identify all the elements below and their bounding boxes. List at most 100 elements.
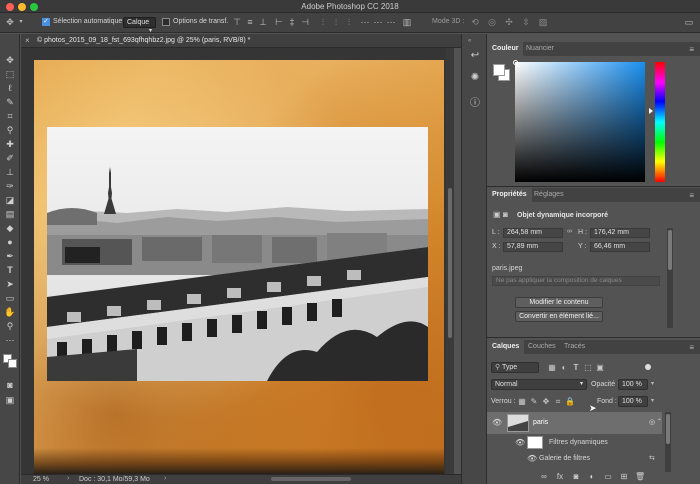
panel-menu-icon[interactable]: ≡: [689, 191, 694, 200]
auto-select-target-dropdown[interactable]: Calque ▾: [123, 17, 156, 34]
document-tab[interactable]: × © photos_2015_09_18_fst_693qfhqhbz2.jp…: [21, 34, 461, 48]
transform-controls-checkbox[interactable]: [162, 18, 170, 26]
history-panel-icon[interactable]: ↩: [469, 50, 481, 62]
history-brush-tool-icon[interactable]: ✑: [3, 180, 17, 192]
tab-calques[interactable]: Calques: [487, 340, 525, 354]
layer-filter-dropdown[interactable]: ⚲ Type: [491, 362, 539, 373]
layer-comp-dropdown[interactable]: Ne pas appliquer la composition de calqu…: [492, 276, 660, 286]
mask-icon[interactable]: ◙: [503, 210, 508, 219]
scale-3d-icon[interactable]: ▨: [538, 17, 548, 27]
close-icon[interactable]: ×: [25, 36, 30, 45]
scrollbar-thumb[interactable]: [448, 188, 452, 338]
foreground-color-swatch[interactable]: [493, 64, 505, 76]
color-picker-field[interactable]: [515, 62, 645, 182]
auto-align-icon[interactable]: ▥: [402, 17, 412, 27]
align-left-icon[interactable]: ⊢: [274, 17, 284, 27]
new-group-icon[interactable]: ▭: [603, 472, 613, 482]
info-panel-icon[interactable]: ⓘ: [469, 98, 481, 110]
lock-position-icon[interactable]: ✥: [541, 397, 551, 407]
background-color-swatch[interactable]: [8, 359, 17, 368]
height-field[interactable]: 176,42 mm: [590, 228, 650, 238]
canvas-vertical-scrollbar[interactable]: [446, 48, 454, 474]
rectangle-tool-icon[interactable]: ▭: [3, 292, 17, 304]
gradient-tool-icon[interactable]: ▤: [3, 208, 17, 220]
new-layer-icon[interactable]: ⊞: [619, 472, 629, 482]
healing-brush-tool-icon[interactable]: ✚: [3, 138, 17, 150]
zoom-tool-icon[interactable]: ⚲: [3, 320, 17, 332]
link-layers-icon[interactable]: ∞: [539, 472, 549, 482]
chevron-down-icon[interactable]: ▾: [651, 397, 654, 404]
tab-couches[interactable]: Couches: [523, 340, 561, 354]
filter-mask-thumbnail[interactable]: [527, 436, 543, 449]
hue-slider[interactable]: [655, 62, 665, 182]
visibility-eye-icon[interactable]: 👁: [515, 438, 525, 447]
layer-row-smart-filters[interactable]: 👁 Filtres dynamiques: [487, 435, 662, 451]
more-tools-icon[interactable]: ⋯: [3, 334, 17, 346]
tab-reglages[interactable]: Réglages: [529, 188, 569, 202]
horizontal-scrollbar-thumb[interactable]: [271, 477, 351, 481]
panel-menu-icon[interactable]: ≡: [689, 45, 694, 54]
eraser-tool-icon[interactable]: ◪: [3, 194, 17, 206]
tab-traces[interactable]: Tracés: [559, 340, 590, 354]
dodge-tool-icon[interactable]: ●: [3, 236, 17, 248]
tab-couleur[interactable]: Couleur: [487, 42, 524, 56]
paris-photo-layer[interactable]: [47, 127, 428, 381]
panel-menu-icon[interactable]: ≡: [689, 343, 694, 352]
color-picker-cursor[interactable]: [513, 60, 518, 65]
visibility-eye-icon[interactable]: 👁: [492, 418, 502, 427]
layer-row-paris[interactable]: 👁 paris ◎ ⌃: [487, 412, 662, 434]
quick-mask-icon[interactable]: ◙: [3, 379, 17, 391]
x-field[interactable]: 57,89 mm: [503, 242, 563, 252]
tab-proprietes[interactable]: Propriétés: [487, 188, 532, 202]
roll-3d-icon[interactable]: ◎: [487, 17, 497, 27]
drag-3d-icon[interactable]: ✣: [504, 17, 514, 27]
layer-style-icon[interactable]: fx: [555, 472, 565, 482]
filter-smart-object-icon[interactable]: ▣: [595, 363, 605, 373]
brush-tool-icon[interactable]: ✐: [3, 152, 17, 164]
width-field[interactable]: 264,58 mm: [503, 228, 563, 238]
hand-tool-icon[interactable]: ✋: [3, 306, 17, 318]
chevron-right-icon[interactable]: ›: [164, 475, 166, 482]
filter-toggle-icon[interactable]: [645, 364, 651, 370]
quick-select-tool-icon[interactable]: ✎: [3, 96, 17, 108]
layer-row-filter-gallery[interactable]: 👁 Galerie de filtres ⇆: [487, 452, 662, 466]
scrollbar-thumb[interactable]: [668, 230, 672, 270]
type-tool-icon[interactable]: T: [3, 264, 17, 276]
layer-name[interactable]: paris: [533, 419, 548, 426]
adjustments-panel-icon[interactable]: ✺: [469, 72, 481, 84]
lasso-tool-icon[interactable]: ℓ: [3, 82, 17, 94]
slide-3d-icon[interactable]: ⇳: [521, 17, 531, 27]
blend-mode-dropdown[interactable]: Normal ▾: [491, 379, 587, 390]
y-field[interactable]: 66,46 mm: [590, 242, 650, 252]
path-select-tool-icon[interactable]: ➤: [3, 278, 17, 290]
canvas-area[interactable]: [21, 48, 446, 474]
marquee-tool-icon[interactable]: ⬚: [3, 68, 17, 80]
filter-shape-icon[interactable]: ⬚: [583, 363, 593, 373]
align-top-icon[interactable]: ⊤: [232, 17, 242, 27]
zoom-level[interactable]: 25 %: [33, 476, 49, 483]
chevron-up-icon[interactable]: ⌃: [657, 418, 662, 425]
auto-select-checkbox[interactable]: ✓: [42, 18, 50, 26]
filter-blending-options-icon[interactable]: ⇆: [649, 454, 655, 462]
distribute-middle-icon[interactable]: ⫶: [331, 17, 341, 27]
properties-scrollbar[interactable]: [667, 228, 673, 328]
add-mask-icon[interactable]: ◙: [571, 472, 581, 482]
scrollbar-thumb[interactable]: [666, 414, 670, 444]
tab-nuancier[interactable]: Nuancier: [521, 42, 559, 56]
blur-tool-icon[interactable]: ◆: [3, 222, 17, 234]
lock-transparent-icon[interactable]: ▦: [517, 397, 527, 407]
filter-pixel-icon[interactable]: ▦: [547, 363, 557, 373]
adjustment-layer-icon[interactable]: ◐: [587, 472, 597, 482]
clone-stamp-tool-icon[interactable]: ⊥: [3, 166, 17, 178]
chevron-down-icon[interactable]: ▾: [651, 380, 654, 387]
lock-artboard-icon[interactable]: ⌗: [553, 397, 563, 407]
align-right-icon[interactable]: ⊣: [300, 17, 310, 27]
chevron-right-icon[interactable]: ›: [67, 475, 69, 482]
visibility-eye-icon[interactable]: 👁: [527, 454, 537, 463]
hue-slider-pointer[interactable]: [649, 108, 653, 114]
crop-tool-icon[interactable]: ⌗: [3, 110, 17, 122]
workspace-menu-icon[interactable]: ▭: [684, 17, 694, 27]
distribute-top-icon[interactable]: ⫶: [318, 17, 328, 27]
pen-tool-icon[interactable]: ✒: [3, 250, 17, 262]
distribute-bottom-icon[interactable]: ⫶: [344, 17, 354, 27]
